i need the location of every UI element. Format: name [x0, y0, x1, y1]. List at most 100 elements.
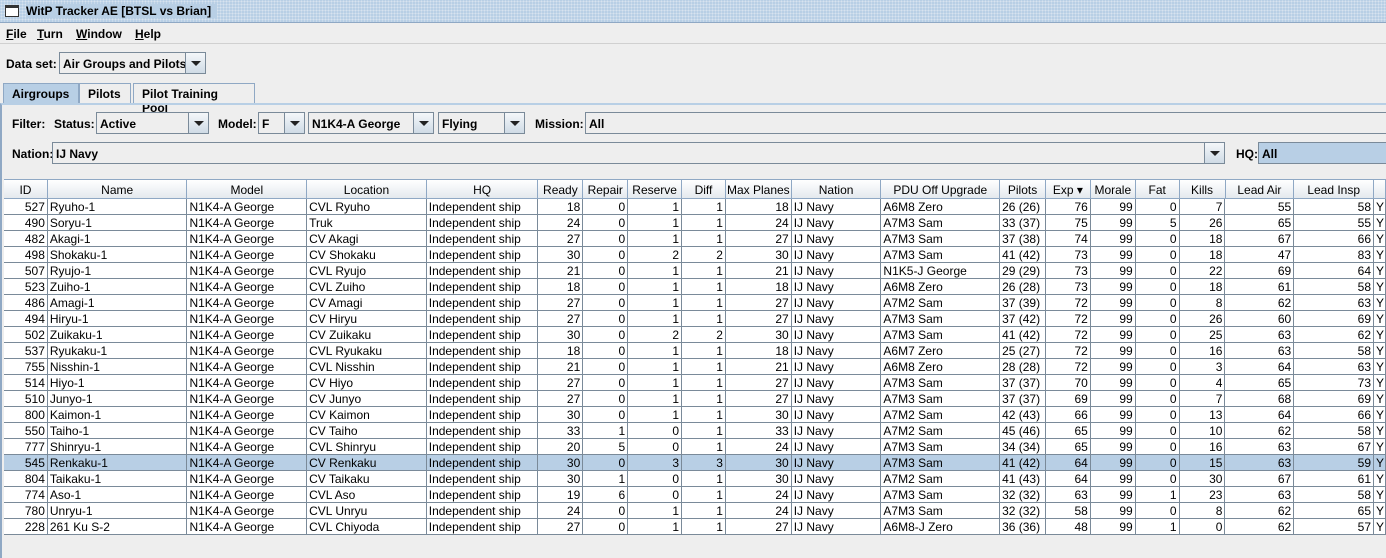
cell-lead-insp: 58: [1294, 487, 1374, 502]
cell-morale: 99: [1091, 247, 1136, 262]
cell-pilots: 29 (29): [1000, 263, 1046, 278]
menu-window[interactable]: Window: [76, 27, 122, 41]
menu-file[interactable]: File: [6, 27, 27, 41]
model-select[interactable]: N1K4-A George: [308, 112, 434, 134]
cell-morale: 99: [1091, 295, 1136, 310]
chevron-down-icon[interactable]: [413, 113, 433, 133]
flying-select[interactable]: Flying: [438, 112, 525, 134]
tab-airgroups[interactable]: Airgroups: [3, 83, 79, 104]
table-row[interactable]: 507 Ryujo-1 N1K4-A George CVL Ryujo Independ…: [4, 263, 1386, 279]
column-header-lead-insp[interactable]: Lead Insp: [1294, 180, 1375, 198]
column-header-model[interactable]: Model: [187, 180, 308, 198]
hq-select[interactable]: All: [1258, 142, 1386, 164]
dataset-select[interactable]: Air Groups and Pilots: [59, 52, 206, 74]
table-row[interactable]: 482 Akagi-1 N1K4-A George CV Akagi Independe…: [4, 231, 1386, 247]
table-row[interactable]: 523 Zuiho-1 N1K4-A George CVL Zuiho Independ…: [4, 279, 1386, 295]
cell-name: Taiho-1: [48, 423, 188, 438]
menu-help[interactable]: Help: [135, 27, 161, 41]
chevron-down-icon[interactable]: [185, 53, 205, 73]
status-select[interactable]: Active: [96, 112, 209, 134]
table-row[interactable]: 498 Shokaku-1 N1K4-A George CV Shokaku Indep…: [4, 247, 1386, 263]
chevron-down-icon[interactable]: [1204, 143, 1224, 163]
table-row[interactable]: 527 Ryuho-1 N1K4-A George CVL Ryuho Independ…: [4, 199, 1386, 215]
column-header-pilots[interactable]: Pilots: [1000, 180, 1046, 198]
cell-id: 507: [4, 263, 48, 278]
mission-select[interactable]: All: [585, 112, 1386, 134]
cell-reserve: 1: [628, 231, 682, 246]
table-row[interactable]: 755 Nisshin-1 N1K4-A George CVL Nisshin Inde…: [4, 359, 1386, 375]
cell-ready: 27: [538, 311, 584, 326]
cell-diff: 1: [682, 407, 726, 422]
cell-repair: 0: [583, 375, 629, 390]
cell-pdu-off-upgrade: A7M3 Sam: [881, 247, 1001, 262]
column-header-kills[interactable]: Kills: [1180, 180, 1226, 198]
chevron-down-icon[interactable]: [284, 113, 304, 133]
column-header-pdu-off-upgrade[interactable]: PDU Off Upgrade: [881, 180, 1001, 198]
table-row[interactable]: 537 Ryukaku-1 N1K4-A George CVL Ryukaku Inde…: [4, 343, 1386, 359]
column-header-exp[interactable]: Exp ▾: [1046, 180, 1091, 198]
table-row[interactable]: 545 Renkaku-1 N1K4-A George CV Renkaku Indep…: [4, 455, 1386, 471]
cell-morale: 99: [1091, 455, 1136, 470]
tab-pilots[interactable]: Pilots: [79, 83, 131, 103]
column-header-morale[interactable]: Morale: [1091, 180, 1136, 198]
cell-extra: Y: [1376, 295, 1386, 310]
table-row[interactable]: 502 Zuikaku-1 N1K4-A George CV Zuikaku Indep…: [4, 327, 1386, 343]
cell-exp: 65: [1046, 439, 1091, 454]
column-header-nation[interactable]: Nation: [792, 180, 882, 198]
table-row[interactable]: 550 Taiho-1 N1K4-A George CV Taiho Independe…: [4, 423, 1386, 439]
cell-morale: 99: [1091, 487, 1136, 502]
cell-pilots: 33 (37): [1000, 215, 1046, 230]
cell-pilots: 37 (42): [1000, 311, 1046, 326]
cell-nation: IJ Navy: [792, 391, 882, 406]
chevron-down-icon[interactable]: [504, 113, 524, 133]
column-header-repair[interactable]: Repair: [583, 180, 629, 198]
table-row[interactable]: 777 Shinryu-1 N1K4-A George CVL Shinryu Inde…: [4, 439, 1386, 455]
cell-ready: 27: [538, 519, 584, 534]
cell-diff: 1: [682, 471, 726, 486]
table-row[interactable]: 514 Hiyo-1 N1K4-A George CV Hiyo Independent…: [4, 375, 1386, 391]
cell-extra: Y: [1376, 359, 1386, 374]
column-header-ready[interactable]: Ready: [538, 180, 584, 198]
column-header-lead-air[interactable]: Lead Air: [1226, 180, 1295, 198]
column-header-id[interactable]: ID: [4, 180, 48, 198]
cell-nation: IJ Navy: [792, 215, 882, 230]
cell-id: 800: [4, 407, 48, 422]
nation-select[interactable]: IJ Navy: [52, 142, 1225, 164]
column-header-diff[interactable]: Diff: [682, 180, 726, 198]
cell-id: 510: [4, 391, 48, 406]
table-row[interactable]: 804 Taikaku-1 N1K4-A George CV Taikaku Indep…: [4, 471, 1386, 487]
column-header-location[interactable]: Location: [307, 180, 427, 198]
cell-fat: 0: [1136, 279, 1180, 294]
column-header-reserve[interactable]: Reserve: [628, 180, 683, 198]
table-row[interactable]: 800 Kaimon-1 N1K4-A George CV Kaimon Indepen…: [4, 407, 1386, 423]
table-row[interactable]: 228 261 Ku S-2 N1K4-A George CVL Chiyoda Ind…: [4, 519, 1386, 535]
chevron-down-icon[interactable]: [188, 113, 208, 133]
cell-exp: 73: [1046, 247, 1091, 262]
table-row[interactable]: 510 Junyo-1 N1K4-A George CV Junyo Independe…: [4, 391, 1386, 407]
cell-diff: 1: [682, 359, 726, 374]
cell-reserve: 0: [628, 439, 682, 454]
cell-ready: 21: [538, 359, 584, 374]
cell-fat: 0: [1136, 471, 1180, 486]
cell-diff: 2: [682, 247, 726, 262]
column-header-extra[interactable]: [1374, 180, 1386, 198]
table-row[interactable]: 494 Hiryu-1 N1K4-A George CV Hiryu Independe…: [4, 311, 1386, 327]
cell-reserve: 1: [628, 391, 682, 406]
table-row[interactable]: 774 Aso-1 N1K4-A George CVL Aso Independent …: [4, 487, 1386, 503]
tab-pilot-training-pool[interactable]: Pilot Training Pool: [133, 83, 255, 115]
column-header-hq[interactable]: HQ: [427, 180, 539, 198]
cell-lead-insp: 73: [1294, 375, 1374, 390]
cell-repair: 0: [583, 199, 629, 214]
table-row[interactable]: 486 Amagi-1 N1K4-A George CV Amagi Independe…: [4, 295, 1386, 311]
column-header-name[interactable]: Name: [48, 180, 188, 198]
table-row[interactable]: 780 Unryu-1 N1K4-A George CVL Unryu Independ…: [4, 503, 1386, 519]
column-header-fat[interactable]: Fat: [1136, 180, 1180, 198]
cell-repair: 0: [583, 279, 629, 294]
cell-hq: Independent ship: [427, 343, 539, 358]
menu-turn[interactable]: Turn: [37, 27, 63, 41]
table-row[interactable]: 490 Soryu-1 N1K4-A George Truk Independent s…: [4, 215, 1386, 231]
cell-lead-insp: 58: [1294, 279, 1374, 294]
column-header-max-planes[interactable]: Max Planes: [726, 180, 792, 198]
cell-name: Amagi-1: [48, 295, 188, 310]
model-type-select[interactable]: F: [258, 112, 305, 134]
